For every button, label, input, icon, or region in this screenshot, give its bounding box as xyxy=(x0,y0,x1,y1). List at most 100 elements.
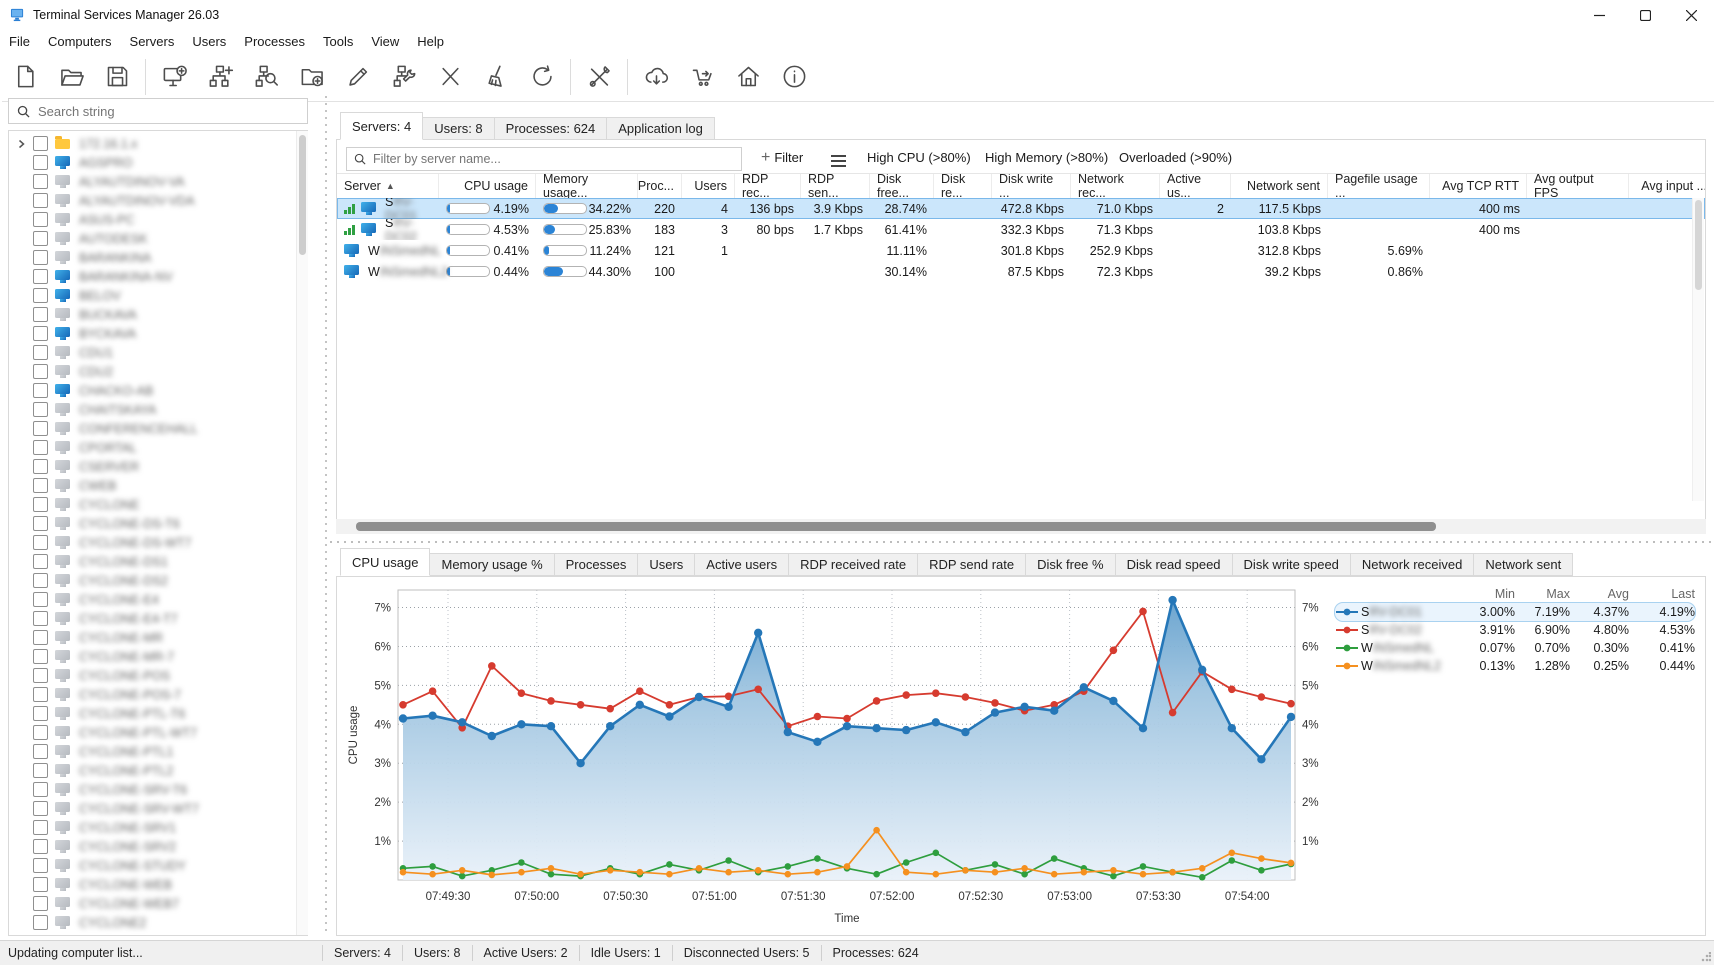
minimize-button[interactable] xyxy=(1576,0,1622,30)
column-header-users[interactable]: Users xyxy=(682,174,735,198)
chart-tab-users[interactable]: Users xyxy=(637,553,695,576)
table-scrollbar[interactable] xyxy=(1692,198,1704,501)
tree-item[interactable]: CYCLONE-DS1 xyxy=(9,552,307,571)
checkbox[interactable] xyxy=(33,554,48,569)
store-icon[interactable] xyxy=(679,56,725,98)
checkbox[interactable] xyxy=(33,250,48,265)
chart-tab-rdp-send-rate[interactable]: RDP send rate xyxy=(917,553,1026,576)
column-header-tcp_rtt[interactable]: Avg TCP RTT xyxy=(1430,174,1527,198)
add-computer-icon[interactable] xyxy=(151,56,197,98)
checkbox[interactable] xyxy=(33,497,48,512)
menu-users[interactable]: Users xyxy=(183,32,235,51)
tree-item[interactable]: BARANKINA-NV xyxy=(9,267,307,286)
checkbox[interactable] xyxy=(33,269,48,284)
checkbox[interactable] xyxy=(33,364,48,379)
checkbox[interactable] xyxy=(33,630,48,645)
server-row[interactable]: SRV-DC014.19%34.22%2204136 bps3.9 Kbps28… xyxy=(337,198,1705,219)
tab-application-log[interactable]: Application log xyxy=(606,117,715,140)
checkbox[interactable] xyxy=(33,915,48,930)
tree-item[interactable]: CYCLONE-MR xyxy=(9,628,307,647)
close-button[interactable] xyxy=(1668,0,1714,30)
high-memory-filter[interactable]: High Memory (>80%) xyxy=(985,150,1108,165)
tree-item[interactable]: CYCLONE-DS2 xyxy=(9,571,307,590)
column-header-proc[interactable]: Proc... xyxy=(638,174,682,198)
high-cpu-filter[interactable]: High CPU (>80%) xyxy=(867,150,971,165)
server-row[interactable]: WINSmedNL0.41%11.24%121111.11%301.8 Kbps… xyxy=(337,240,1705,261)
tree-item[interactable]: CWEB xyxy=(9,476,307,495)
column-header-cpu[interactable]: CPU usage xyxy=(439,174,536,198)
tree-scrollbar[interactable] xyxy=(296,131,308,935)
checkbox[interactable] xyxy=(33,459,48,474)
tab-users-8[interactable]: Users: 8 xyxy=(422,117,494,140)
checkbox[interactable] xyxy=(33,763,48,778)
checkbox[interactable] xyxy=(33,839,48,854)
checkbox[interactable] xyxy=(33,478,48,493)
tools-icon[interactable] xyxy=(576,56,622,98)
tree-item[interactable]: CYCLONE2 xyxy=(9,913,307,932)
tree-item[interactable]: BYCKAVA xyxy=(9,324,307,343)
menu-tools[interactable]: Tools xyxy=(314,32,362,51)
search-input[interactable] xyxy=(36,103,307,120)
legend-row[interactable]: WINSmedNL20.13%1.28%0.25%0.44% xyxy=(1335,657,1695,675)
maximize-button[interactable] xyxy=(1622,0,1668,30)
home-icon[interactable] xyxy=(725,56,771,98)
tree-item[interactable]: CONFERENCEHALL xyxy=(9,419,307,438)
column-header-disk_free[interactable]: Disk free... xyxy=(870,174,934,198)
column-header-net_sent[interactable]: Network sent xyxy=(1231,174,1328,198)
checkbox[interactable] xyxy=(33,383,48,398)
tree-item[interactable]: CYCLONE-DS-WT7 xyxy=(9,533,307,552)
cleanup-icon[interactable] xyxy=(473,56,519,98)
checkbox[interactable] xyxy=(33,706,48,721)
tree-item[interactable]: CHACKO-AB xyxy=(9,381,307,400)
tree-item[interactable]: AGSPRO xyxy=(9,153,307,172)
menu-view[interactable]: View xyxy=(362,32,408,51)
resize-grip[interactable] xyxy=(1701,952,1711,962)
menu-processes[interactable]: Processes xyxy=(235,32,314,51)
tab-servers-4[interactable]: Servers: 4 xyxy=(340,112,423,140)
filter-menu-button[interactable] xyxy=(831,152,846,170)
chart-tab-disk-write-speed[interactable]: Disk write speed xyxy=(1232,553,1351,576)
legend-row[interactable]: SRV-DC013.00%7.19%4.37%4.19% xyxy=(1335,603,1695,621)
column-header-in_fps[interactable]: Avg input ... xyxy=(1629,174,1705,198)
tab-processes-624[interactable]: Processes: 624 xyxy=(494,117,608,140)
configure-server-icon[interactable] xyxy=(381,56,427,98)
server-filter-input[interactable] xyxy=(371,151,741,167)
tree-item[interactable]: CYCLONE-STUDY xyxy=(9,856,307,875)
tree-item[interactable]: ALYAUTDINOV-VA xyxy=(9,172,307,191)
chart-tab-active-users[interactable]: Active users xyxy=(694,553,789,576)
checkbox[interactable] xyxy=(33,193,48,208)
tree-item[interactable]: CYCLONE-DS-T6 xyxy=(9,514,307,533)
checkbox[interactable] xyxy=(33,573,48,588)
checkbox[interactable] xyxy=(33,307,48,322)
tree-item[interactable]: CYCLONE-SRV-WT7 xyxy=(9,799,307,818)
checkbox[interactable] xyxy=(33,649,48,664)
vertical-splitter[interactable] xyxy=(325,96,327,936)
computer-search-box[interactable] xyxy=(8,98,308,124)
checkbox[interactable] xyxy=(33,535,48,550)
open-folder-icon[interactable] xyxy=(48,56,94,98)
tree-item[interactable]: AUTODESK xyxy=(9,229,307,248)
checkbox[interactable] xyxy=(33,782,48,797)
server-row[interactable]: SRV-DC024.53%25.83%183380 bps1.7 Kbps61.… xyxy=(337,219,1705,240)
checkbox[interactable] xyxy=(33,288,48,303)
chart-tab-rdp-received-rate[interactable]: RDP received rate xyxy=(788,553,918,576)
tree-item[interactable]: CYCLONE-WEB xyxy=(9,875,307,894)
refresh-icon[interactable] xyxy=(519,56,565,98)
chart-tab-network-sent[interactable]: Network sent xyxy=(1473,553,1573,576)
tree-item[interactable]: CYCLONE-PTL1 xyxy=(9,742,307,761)
checkbox[interactable] xyxy=(33,516,48,531)
chart-tab-memory-usage-[interactable]: Memory usage % xyxy=(429,553,554,576)
tree-scrollbar-thumb[interactable] xyxy=(299,135,306,255)
chart-tab-disk-read-speed[interactable]: Disk read speed xyxy=(1115,553,1233,576)
chart-tab-disk-free-[interactable]: Disk free % xyxy=(1025,553,1115,576)
checkbox[interactable] xyxy=(33,668,48,683)
horizontal-scrollbar-thumb[interactable] xyxy=(356,522,1436,531)
checkbox[interactable] xyxy=(33,877,48,892)
menu-help[interactable]: Help xyxy=(408,32,453,51)
column-header-disk_write[interactable]: Disk write ... xyxy=(992,174,1071,198)
expander-icon[interactable] xyxy=(9,138,33,150)
checkbox[interactable] xyxy=(33,174,48,189)
column-header-rdp_rec[interactable]: RDP rec... xyxy=(735,174,801,198)
add-group-icon[interactable] xyxy=(289,56,335,98)
tree-item[interactable]: CHAITSKAYA xyxy=(9,400,307,419)
